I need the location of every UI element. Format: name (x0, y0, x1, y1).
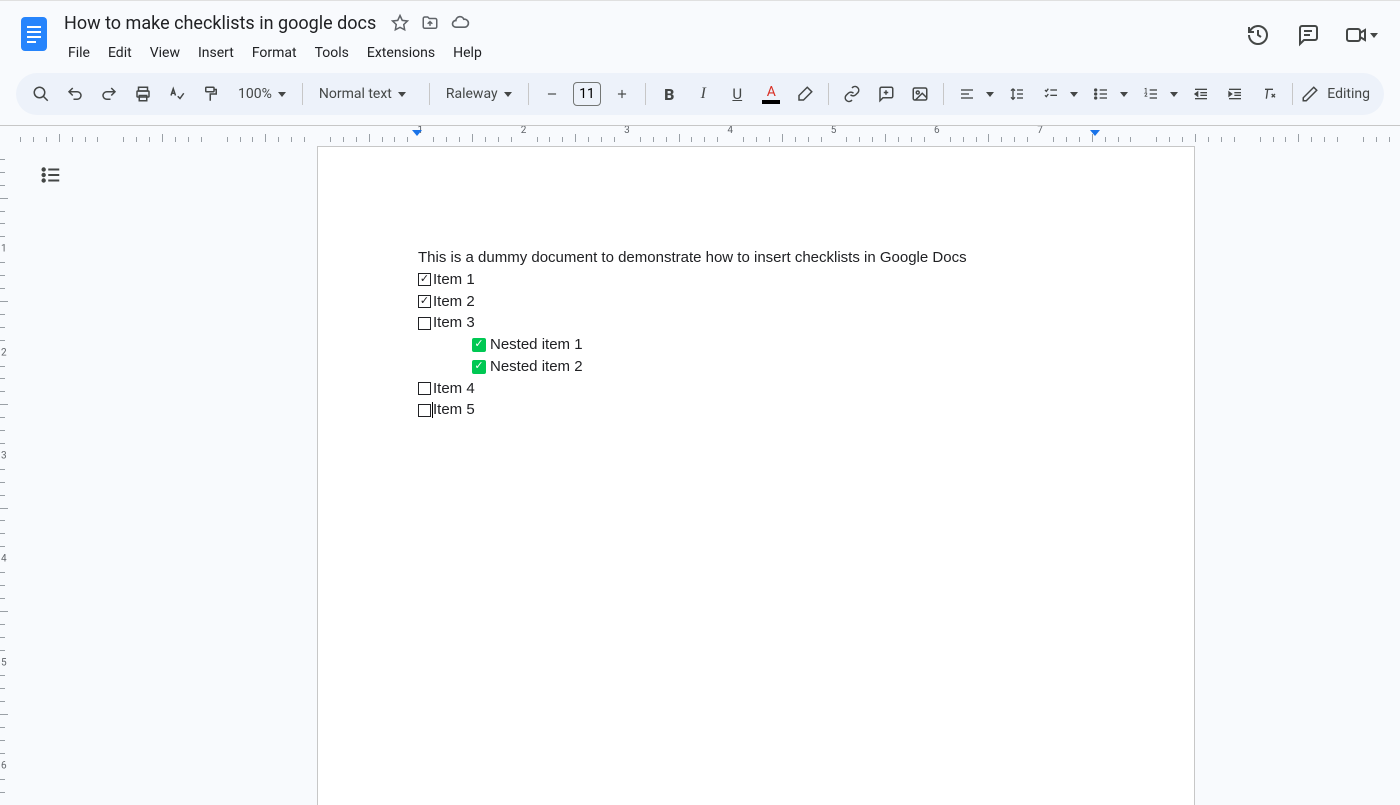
decrease-indent-button[interactable] (1186, 79, 1216, 109)
workspace: 1234567 123456 This is a dummy document … (0, 125, 1400, 805)
increase-indent-button[interactable] (1220, 79, 1250, 109)
docs-logo[interactable] (16, 9, 52, 53)
svg-text:2: 2 (1145, 93, 1148, 99)
checklist-item-text[interactable]: Item 5 (433, 399, 475, 421)
header-right (1244, 9, 1384, 49)
menu-file[interactable]: File (60, 39, 98, 67)
add-comment-button[interactable] (871, 79, 901, 109)
checklist-item[interactable]: Item 5 (418, 399, 1094, 421)
spellcheck-button[interactable] (162, 79, 192, 109)
document-page[interactable]: This is a dummy document to demonstrate … (317, 146, 1195, 805)
decrease-font-size-button[interactable] (537, 79, 567, 109)
font-dropdown[interactable]: Raleway (438, 79, 520, 109)
chevron-down-icon[interactable] (986, 92, 994, 97)
chevron-down-icon[interactable] (1170, 92, 1178, 97)
checklist-item[interactable]: Item 3 (418, 312, 1094, 334)
comments-icon[interactable] (1294, 21, 1322, 49)
title-area: How to make checklists in google docs Fi… (60, 9, 1236, 67)
highlight-button[interactable] (790, 79, 820, 109)
document-title[interactable]: How to make checklists in google docs (60, 12, 380, 35)
clear-formatting-button[interactable] (1254, 79, 1284, 109)
editing-mode-button[interactable]: Editing (1301, 85, 1374, 103)
checklist-item[interactable]: ✓ Nested item 1 (472, 334, 1094, 356)
canvas-area: This is a dummy document to demonstrate … (12, 142, 1400, 805)
document-outline-button[interactable] (36, 160, 66, 190)
vertical-ruler[interactable]: 123456 (0, 142, 12, 802)
menu-view[interactable]: View (142, 39, 188, 67)
font-size-input[interactable]: 11 (573, 82, 602, 106)
checklist-item-text[interactable]: Nested item 2 (490, 356, 583, 378)
menu-insert[interactable]: Insert (190, 39, 242, 67)
checkbox-icon[interactable]: ✓ (418, 273, 431, 286)
header-bar: How to make checklists in google docs Fi… (0, 0, 1400, 67)
redo-button[interactable] (94, 79, 124, 109)
checklist-item-text[interactable]: Item 1 (433, 269, 475, 291)
toolbar: 100% Normal text Raleway 11 B I U A 12 E… (16, 73, 1384, 115)
separator (828, 83, 829, 105)
move-icon[interactable] (420, 13, 440, 33)
menu-edit[interactable]: Edit (100, 39, 140, 67)
bulleted-list-button[interactable] (1086, 79, 1116, 109)
line-spacing-button[interactable] (1002, 79, 1032, 109)
align-button[interactable] (952, 79, 982, 109)
zoom-dropdown[interactable]: 100% (230, 79, 294, 109)
checklist-item[interactable]: ✓ Nested item 2 (472, 356, 1094, 378)
separator (645, 83, 646, 105)
chevron-down-icon (278, 92, 286, 97)
increase-font-size-button[interactable] (607, 79, 637, 109)
checkbox-icon[interactable] (418, 404, 431, 417)
checklist-button[interactable] (1036, 79, 1066, 109)
menubar: File Edit View Insert Format Tools Exten… (60, 39, 1236, 67)
horizontal-ruler[interactable]: 1234567 (12, 126, 1400, 142)
checkbox-icon[interactable]: ✓ (418, 295, 431, 308)
title-row: How to make checklists in google docs (60, 9, 1236, 37)
menu-extensions[interactable]: Extensions (359, 39, 443, 67)
video-call-button[interactable] (1344, 23, 1378, 47)
insert-image-button[interactable] (905, 79, 935, 109)
text-color-button[interactable]: A (756, 79, 786, 109)
search-menus-button[interactable] (26, 79, 56, 109)
numbered-list-button[interactable]: 12 (1136, 79, 1166, 109)
checklist-item[interactable]: ✓Item 2 (418, 291, 1094, 313)
separator (943, 83, 944, 105)
print-button[interactable] (128, 79, 158, 109)
paragraph-style-dropdown[interactable]: Normal text (311, 79, 421, 109)
chevron-down-icon (398, 92, 406, 97)
checklist-item-text[interactable]: Item 3 (433, 312, 475, 334)
separator (429, 83, 430, 105)
checkbox-icon[interactable] (418, 317, 431, 330)
checklist-item-text[interactable]: Item 4 (433, 378, 475, 400)
checkbox-green-icon[interactable]: ✓ (472, 338, 486, 352)
undo-button[interactable] (60, 79, 90, 109)
menu-help[interactable]: Help (445, 39, 490, 67)
italic-button[interactable]: I (688, 79, 718, 109)
separator (528, 83, 529, 105)
checklist-item[interactable]: ✓Item 1 (418, 269, 1094, 291)
menu-format[interactable]: Format (244, 39, 305, 67)
checklist-item-text[interactable]: Item 2 (433, 291, 475, 313)
underline-button[interactable]: U (722, 79, 752, 109)
bold-button[interactable]: B (654, 79, 684, 109)
doc-intro-line[interactable]: This is a dummy document to demonstrate … (418, 247, 1094, 269)
chevron-down-icon[interactable] (1120, 92, 1128, 97)
insert-link-button[interactable] (837, 79, 867, 109)
history-icon[interactable] (1244, 21, 1272, 49)
chevron-down-icon (1370, 33, 1378, 38)
separator (302, 83, 303, 105)
chevron-down-icon (504, 92, 512, 97)
checklist-item[interactable]: Item 4 (418, 378, 1094, 400)
cloud-status-icon[interactable] (450, 13, 470, 33)
checklist-item-text[interactable]: Nested item 1 (490, 334, 583, 356)
star-icon[interactable] (390, 13, 410, 33)
chevron-down-icon[interactable] (1070, 92, 1078, 97)
checkbox-green-icon[interactable]: ✓ (472, 360, 486, 374)
checkbox-icon[interactable] (418, 382, 431, 395)
separator (1292, 83, 1293, 105)
document-body[interactable]: This is a dummy document to demonstrate … (418, 247, 1094, 421)
paint-format-button[interactable] (196, 79, 226, 109)
menu-tools[interactable]: Tools (307, 39, 357, 67)
